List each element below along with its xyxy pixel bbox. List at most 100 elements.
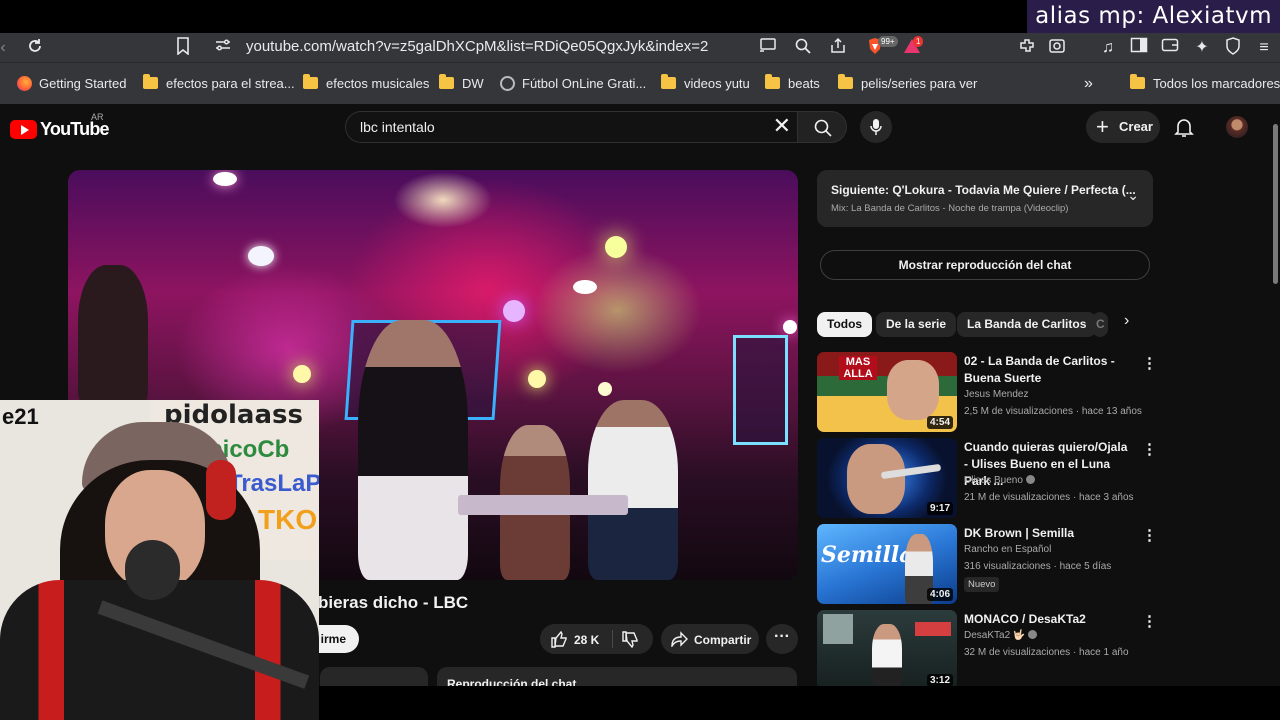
bookmark-getting-started[interactable]: Getting Started [17,63,126,105]
cast-icon[interactable] [757,37,779,59]
site-settings-icon[interactable] [212,37,234,59]
more-bookmarks-icon[interactable]: » [1084,63,1093,105]
brave-shields-badge: 99+ [878,36,898,47]
like-dislike-group: 28 K [540,624,653,654]
channel-name[interactable]: Jesus Mendez [964,389,1028,400]
video-meta: 316 visualizaciones · hace 5 días [964,561,1112,572]
recommendation-item[interactable]: 3:12 MONACO / DesaKTa2 DesaKTa2 🤟🏻 32 M … [817,610,1157,692]
search-icon [814,119,832,137]
bookmark-page-icon[interactable] [172,37,194,59]
leo-ai-icon[interactable]: ✦ [1191,37,1213,59]
recommendation-item[interactable]: MAS ALLA 4:54 02 - La Banda de Carlitos … [817,352,1157,434]
bookmark-dw[interactable]: DW [439,63,484,105]
reload-icon[interactable] [24,37,46,59]
sign-graphic [915,622,951,636]
channel-label: DesaKTa2 🤟🏻 [964,630,1026,641]
recommendation-item[interactable]: 9:17 Cuando quieras quiero/Ojala - Ulise… [817,438,1157,520]
chip-de-la-serie[interactable]: De la serie [876,312,957,337]
bookmark-pelis-series[interactable]: pelis/series para ver [838,63,977,105]
sign-text: TrasLaP [228,470,319,497]
video-duration: 9:17 [926,502,953,515]
more-vert-icon[interactable]: ⋮ [1142,354,1157,372]
address-bar[interactable]: youtube.com/watch?v=z5galDhXCpM&list=RDi… [246,37,708,57]
like-separator [612,630,613,648]
channel-name[interactable]: DesaKTa2 🤟🏻 [964,630,1038,641]
bookmark-futbol-online[interactable]: Fútbol OnLine Grati... [500,63,646,105]
sidebar-toggle-icon[interactable] [1128,37,1150,59]
chip-la-banda-de-carlitos[interactable]: La Banda de Carlitos [957,312,1097,337]
bookmark-label: pelis/series para ver [861,76,978,91]
bookmark-label: efectos musicales [326,76,430,91]
singer-face [887,360,939,420]
share-button[interactable]: Compartir [661,624,759,654]
video-thumbnail[interactable]: 9:17 [817,438,957,518]
account-avatar[interactable] [1226,116,1248,138]
like-icon[interactable] [551,631,568,648]
channel-name[interactable]: Ulises Bueno [964,475,1035,486]
bookmark-videos-yutu[interactable]: videos yutu [661,63,750,105]
singer-face [847,444,905,514]
more-vert-icon[interactable]: ⋮ [1142,612,1157,630]
share-label: Compartir [694,633,752,647]
chip-todos[interactable]: Todos [817,312,873,337]
new-badge: Nuevo [964,577,1000,592]
thumbnail-text: Semilla [821,542,914,568]
clear-search-icon[interactable]: ✕ [773,113,791,139]
zoom-icon[interactable] [792,37,814,59]
up-next-subtitle: Mix: La Banda de Carlitos - Noche de tra… [831,203,1069,214]
video-thumbnail[interactable]: 3:12 [817,610,957,690]
create-label: Crear [1119,119,1153,134]
music-icon[interactable]: ♫ [1097,37,1119,59]
stage-light [783,320,797,334]
dislike-icon[interactable] [622,631,639,648]
share-arrow-icon [671,631,688,647]
wallet-icon[interactable] [1159,37,1181,59]
recommendation-title: MONACO / DesaKTa2 [964,612,1086,626]
page-scrollbar[interactable] [1273,124,1278,284]
bookmark-efectos-stream[interactable]: efectos para el strea... [143,63,295,105]
folder-icon [303,74,318,89]
video-title: bieras dicho - LBC [318,593,469,612]
streamer-webcam: pidolaass picoCb TrasLaP TKO e21 [0,400,319,720]
video-duration: 4:06 [926,588,953,601]
menu-icon[interactable]: ≡ [1253,37,1275,59]
folder-icon [765,74,780,89]
more-vert-icon[interactable]: ⋮ [1142,526,1157,544]
chevron-right-icon[interactable]: › [1124,312,1129,330]
screen: alias mp: Alexiatvm ‹ youtube.com/watch?… [0,0,1280,720]
thumbnail-text: MAS ALLA [839,356,877,380]
all-bookmarks[interactable]: Todos los marcadores [1130,63,1280,105]
more-vert-icon[interactable]: ⋮ [1142,440,1157,458]
bookmark-label: Fútbol OnLine Grati... [522,76,647,91]
back-icon[interactable]: ‹ [0,37,14,59]
video-thumbnail[interactable]: MAS ALLA 4:54 [817,352,957,432]
create-button[interactable]: + Crear [1086,111,1160,143]
bookmark-beats[interactable]: beats [765,63,820,105]
more-actions-button[interactable]: ··· [766,624,798,654]
recommendation-item[interactable]: Semilla 4:06 DK Brown | Semilla Rancho e… [817,524,1157,606]
performer [78,265,148,405]
search-input[interactable]: lbc intentalo ✕ [345,111,797,143]
chevron-down-icon[interactable]: ⌄ [1127,187,1139,204]
screenshot-icon[interactable] [1046,37,1068,59]
microphone-icon [870,119,882,135]
search-button[interactable] [797,111,847,143]
channel-name[interactable]: Rancho en Español [964,544,1051,555]
up-next-panel[interactable]: Siguiente: Q'Lokura - Todavia Me Quiere … [817,170,1153,227]
share-page-icon[interactable] [827,37,849,59]
folder-icon [143,74,158,89]
vpn-icon[interactable] [1222,37,1244,59]
notifications-bell-icon[interactable] [1173,116,1195,138]
bookmark-efectos-musicales[interactable]: efectos musicales [303,63,429,105]
video-thumbnail[interactable]: Semilla 4:06 [817,524,957,604]
voice-search-button[interactable] [860,111,892,143]
extensions-icon[interactable] [1016,37,1038,59]
show-chat-replay-button[interactable]: Mostrar reproducción del chat [820,250,1150,280]
streamer-jacket [0,580,319,720]
chip-truncated[interactable]: C [1092,312,1108,337]
performer [872,624,902,686]
keyboard-instrument [458,495,628,515]
firefox-icon [17,76,32,91]
stage-light [213,172,237,186]
stage-light [605,236,627,258]
